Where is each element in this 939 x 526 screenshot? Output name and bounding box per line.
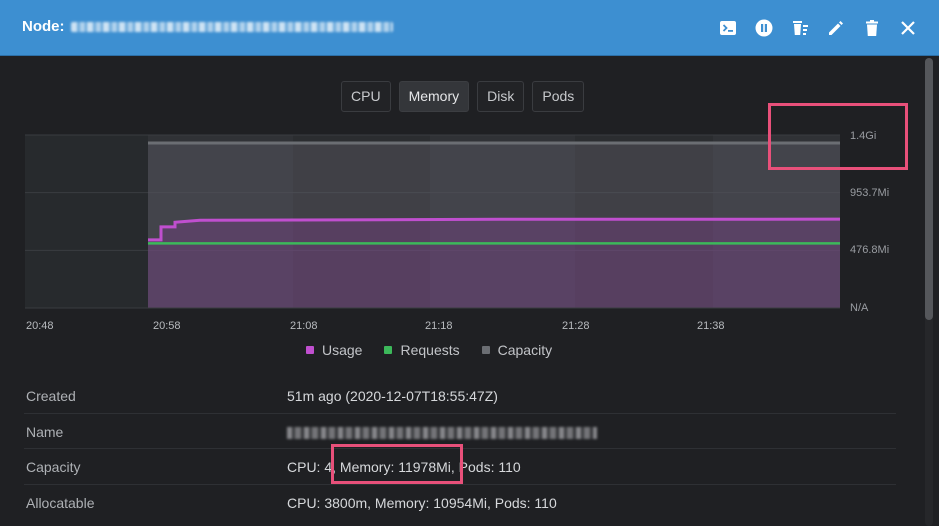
x-tick-2128: 21:28 <box>562 320 590 332</box>
x-tick-2058: 20:58 <box>153 320 181 332</box>
capacity-value: CPU: 4, Memory: 11978Mi, Pods: 110 <box>287 459 521 475</box>
tab-memory[interactable]: Memory <box>398 81 470 112</box>
tab-disk[interactable]: Disk <box>477 81 525 112</box>
detail-row-capacity: Capacity CPU: 4, Memory: 11978Mi, Pods: … <box>24 449 896 485</box>
x-tick-2138: 21:38 <box>697 320 725 332</box>
node-title-label: Node: <box>22 18 65 35</box>
tab-cpu[interactable]: CPU <box>341 81 391 112</box>
drain-button[interactable] <box>789 17 811 39</box>
cordon-button[interactable] <box>753 17 775 39</box>
close-button[interactable] <box>897 17 919 39</box>
name-redacted <box>287 426 597 439</box>
pause-icon <box>755 19 773 37</box>
allocatable-label: Allocatable <box>26 494 95 511</box>
capacity-swatch <box>481 346 490 354</box>
name-value <box>287 424 597 440</box>
x-tick-2118: 21:18 <box>425 320 453 332</box>
y-tick-1-4gi: 1.4Gi <box>850 130 877 142</box>
header-actions <box>717 14 919 42</box>
trash-icon <box>866 20 878 36</box>
metric-tabs: CPU Memory Disk Pods <box>341 81 585 112</box>
legend-capacity[interactable]: Capacity <box>481 342 553 358</box>
x-tick-2048: 20:48 <box>26 320 54 332</box>
node-name-redacted <box>70 22 393 33</box>
drain-icon <box>793 21 808 35</box>
usage-area <box>148 219 840 308</box>
dialog-header: Node: <box>0 0 939 56</box>
legend-requests[interactable]: Requests <box>384 342 460 358</box>
allocatable-value: CPU: 3800m, Memory: 10954Mi, Pods: 110 <box>287 494 557 511</box>
legend-usage-label: Usage <box>322 342 363 358</box>
capacity-label: Capacity <box>26 459 81 475</box>
y-tick-953-7mi: 953.7Mi <box>850 187 890 199</box>
node-title: Node: <box>22 18 393 35</box>
usage-swatch <box>306 346 314 354</box>
memory-chart-svg <box>25 134 841 309</box>
edit-icon <box>829 21 843 35</box>
chart-legend: Usage Requests Capacity <box>306 342 552 358</box>
edit-button[interactable] <box>825 17 847 39</box>
node-details: Created 51m ago (2020-12-07T18:55:47Z) N… <box>24 378 896 520</box>
tab-pods[interactable]: Pods <box>532 81 585 112</box>
detail-row-created: Created 51m ago (2020-12-07T18:55:47Z) <box>24 378 896 414</box>
legend-capacity-label: Capacity <box>497 342 553 358</box>
chart-nodata-region <box>25 135 148 308</box>
name-label: Name <box>26 423 64 440</box>
requests-swatch <box>384 346 393 354</box>
legend-requests-label: Requests <box>400 342 460 358</box>
created-label: Created <box>26 388 76 404</box>
terminal-button[interactable] <box>717 17 739 39</box>
delete-button[interactable] <box>861 17 883 39</box>
detail-row-allocatable: Allocatable CPU: 3800m, Memory: 10954Mi,… <box>24 485 896 521</box>
y-tick-476-8mi: 476.8Mi <box>850 244 890 256</box>
x-tick-2108: 21:08 <box>290 320 318 332</box>
memory-chart: 1.4Gi 953.7Mi 476.8Mi N/A 20:48 20:58 21… <box>0 120 939 335</box>
legend-usage[interactable]: Usage <box>306 342 362 358</box>
detail-row-name: Name <box>24 414 896 449</box>
terminal-icon <box>720 21 736 35</box>
created-value: 51m ago (2020-12-07T18:55:47Z) <box>287 388 498 404</box>
close-icon <box>901 21 915 35</box>
y-tick-na: N/A <box>850 302 869 314</box>
